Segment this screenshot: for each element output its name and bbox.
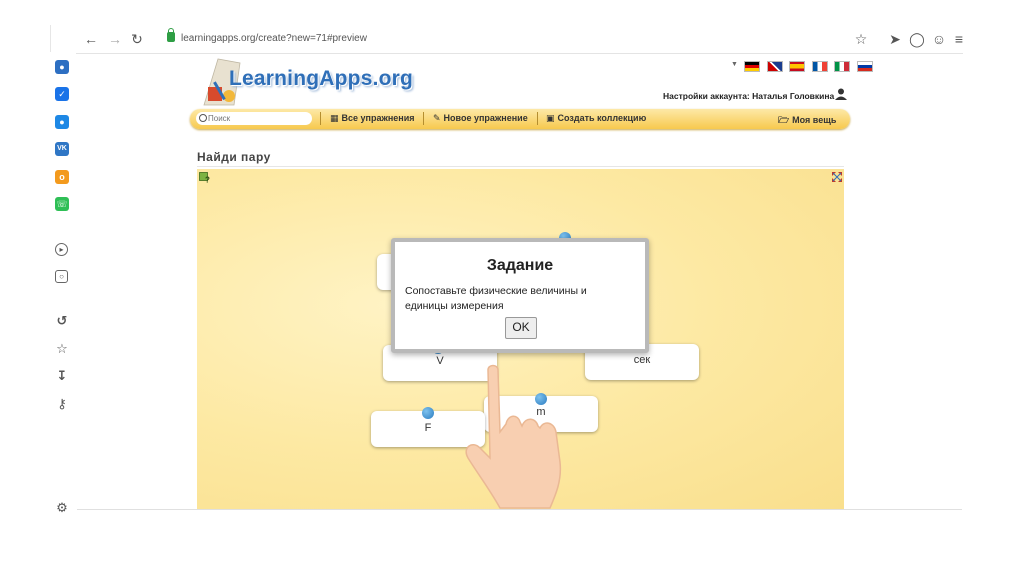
rocket-icon[interactable]: ➤ bbox=[887, 31, 903, 47]
whatsapp-icon[interactable]: ☏ bbox=[55, 197, 69, 211]
vk-icon[interactable]: VK bbox=[55, 142, 69, 156]
pencil-icon: ✎ bbox=[433, 113, 441, 123]
star-icon[interactable]: ☆ bbox=[853, 31, 869, 47]
ok-button[interactable]: OK bbox=[505, 317, 537, 339]
language-flags: ▼ bbox=[731, 61, 873, 72]
back-icon[interactable]: ← bbox=[83, 31, 99, 47]
messenger-icon[interactable]: ● bbox=[55, 60, 69, 74]
folder-icon: 🗁 bbox=[778, 115, 790, 125]
address-bar[interactable]: learningapps.org/create?new=71#preview bbox=[167, 28, 807, 47]
nav-separator bbox=[320, 112, 321, 125]
key-icon[interactable]: ⚷ bbox=[55, 397, 69, 411]
screenshot-icon[interactable]: ○ bbox=[55, 270, 68, 283]
forward-icon[interactable]: → bbox=[107, 31, 123, 47]
nav-my-stuff[interactable]: 🗁 Моя вещь bbox=[778, 113, 836, 129]
task-dialog: Задание Сопоставьте физические величины … bbox=[391, 238, 649, 353]
shield-icon[interactable]: ◯ bbox=[909, 31, 925, 47]
url-text: learningapps.org/create?new=71#preview bbox=[181, 33, 367, 44]
collection-icon: ▣ bbox=[546, 113, 555, 123]
menu-icon[interactable]: ≡ bbox=[951, 31, 967, 47]
divider bbox=[77, 509, 962, 510]
profile-icon[interactable]: ☺ bbox=[931, 31, 947, 47]
flag-es-icon[interactable] bbox=[789, 61, 806, 72]
flag-ru-icon[interactable] bbox=[856, 61, 873, 72]
odnoklassniki-icon[interactable]: o bbox=[55, 170, 69, 184]
messenger-chat-icon[interactable]: ● bbox=[55, 115, 69, 129]
site-logo[interactable]: LearningApps.org bbox=[229, 67, 413, 91]
lock-icon bbox=[167, 28, 175, 42]
pointing-hand-icon bbox=[465, 364, 562, 509]
downloads-icon[interactable]: ↧ bbox=[55, 369, 69, 383]
flag-gb-icon[interactable] bbox=[766, 61, 783, 72]
divider bbox=[197, 166, 844, 167]
help-icon[interactable]: ? bbox=[199, 172, 210, 183]
nav-all-exercises[interactable]: ▦ Все упражнения bbox=[330, 113, 415, 124]
app-title: Найди пару bbox=[197, 150, 271, 164]
flag-de-icon[interactable] bbox=[744, 61, 761, 72]
search-icon bbox=[199, 114, 207, 122]
browser-sidebar: ● ✓ ● VK o ☏ ▸ ○ ↺ ☆ ↧ ⚷ ⚙ bbox=[50, 52, 76, 515]
nav-new-exercise[interactable]: ✎ Новое упражнение bbox=[433, 113, 528, 124]
card-connector-dot[interactable] bbox=[422, 407, 434, 419]
nav-separator bbox=[537, 112, 538, 125]
nav-separator bbox=[423, 112, 424, 125]
flag-fr-icon[interactable] bbox=[811, 61, 828, 72]
fullscreen-icon[interactable] bbox=[832, 172, 842, 182]
dropdown-icon[interactable]: ▼ bbox=[731, 61, 738, 68]
nav-create-collection[interactable]: ▣ Создать коллекцию bbox=[546, 113, 646, 124]
search-input[interactable] bbox=[196, 112, 312, 125]
flag-it-icon[interactable] bbox=[834, 61, 851, 72]
history-icon[interactable]: ↺ bbox=[55, 314, 69, 328]
player-icon[interactable]: ▸ bbox=[55, 243, 68, 256]
browser-toolbar: ← → ↻ learningapps.org/create?new=71#pre… bbox=[51, 25, 963, 54]
grid-icon: ▦ bbox=[330, 113, 339, 123]
dialog-title: Задание bbox=[486, 257, 554, 274]
account-settings-link[interactable]: Настройки аккаунта: Наталья Головкина bbox=[663, 91, 834, 101]
reload-icon[interactable]: ↻ bbox=[129, 31, 145, 47]
user-icon[interactable] bbox=[835, 88, 847, 100]
bookmarks-icon[interactable]: ☆ bbox=[55, 342, 69, 356]
svg-text:?: ? bbox=[205, 176, 210, 184]
settings-gear-icon[interactable]: ⚙ bbox=[55, 501, 69, 515]
dialog-text: Сопоставьте физические величины и единиц… bbox=[405, 285, 587, 312]
tasks-icon[interactable]: ✓ bbox=[55, 87, 69, 101]
